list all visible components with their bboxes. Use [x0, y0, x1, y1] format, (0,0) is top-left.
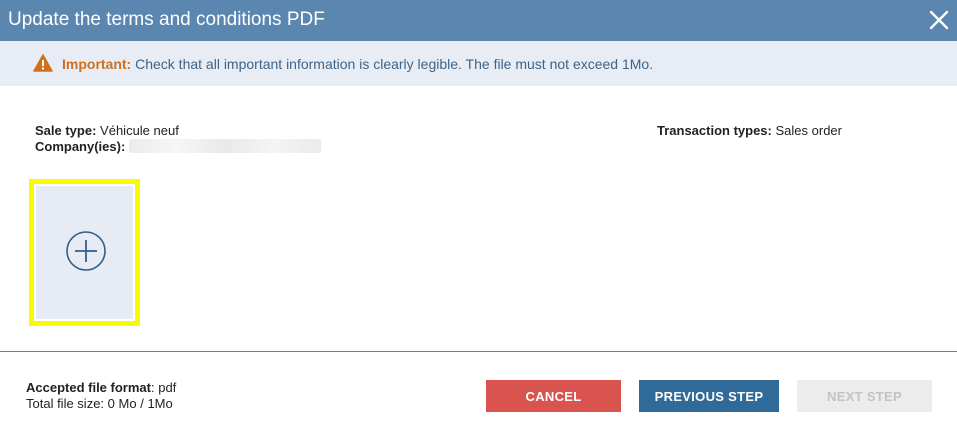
accepted-format-label: Accepted file format	[26, 380, 151, 395]
sale-type-label: Sale type:	[35, 123, 97, 138]
cancel-button[interactable]: CANCEL	[486, 380, 621, 412]
file-size-separator: /	[140, 396, 144, 411]
warning-icon	[33, 54, 53, 72]
dialog-title: Update the terms and conditions PDF	[8, 9, 325, 30]
alert-message-text: Check that all important information is …	[135, 56, 654, 72]
company-value-redacted	[129, 139, 322, 153]
transaction-types-row: Transaction types: Sales order	[657, 123, 842, 139]
dialog-header: Update the terms and conditions PDF	[0, 0, 957, 41]
file-size-row: Total file size: 0 Mo / 1Mo	[26, 396, 176, 412]
file-info: Accepted file format: pdf Total file siz…	[26, 380, 176, 412]
alert-message: Important: Check that all important info…	[62, 56, 653, 72]
file-size-value: 0 Mo	[107, 396, 137, 411]
previous-step-button[interactable]: PREVIOUS STEP	[639, 380, 779, 412]
important-alert: Important: Check that all important info…	[0, 41, 957, 86]
upload-file-tile[interactable]	[29, 179, 140, 326]
upload-tile-background	[36, 186, 133, 319]
transaction-types-label: Transaction types:	[657, 123, 772, 138]
file-size-max: 1Mo	[147, 396, 173, 411]
company-row: Company(ies):	[35, 139, 322, 155]
sale-info: Sale type: Véhicule neuf Company(ies):	[35, 123, 322, 155]
close-icon[interactable]	[927, 8, 951, 32]
dialog: Update the terms and conditions PDF Impo…	[0, 0, 957, 438]
sale-type-row: Sale type: Véhicule neuf	[35, 123, 321, 139]
alert-strong-label: Important:	[62, 56, 132, 72]
file-size-label: Total file size:	[26, 396, 105, 411]
company-label: Company(ies):	[35, 139, 126, 154]
accepted-format-value: : pdf	[150, 380, 177, 395]
next-step-button[interactable]: NEXT STEP	[797, 380, 932, 412]
plus-circle-icon[interactable]	[65, 230, 107, 272]
transaction-types-value: Sales order	[775, 123, 842, 138]
accepted-format-row: Accepted file format: pdf	[26, 380, 176, 396]
footer-divider	[0, 351, 957, 352]
sale-type-value: Véhicule neuf	[100, 123, 179, 138]
